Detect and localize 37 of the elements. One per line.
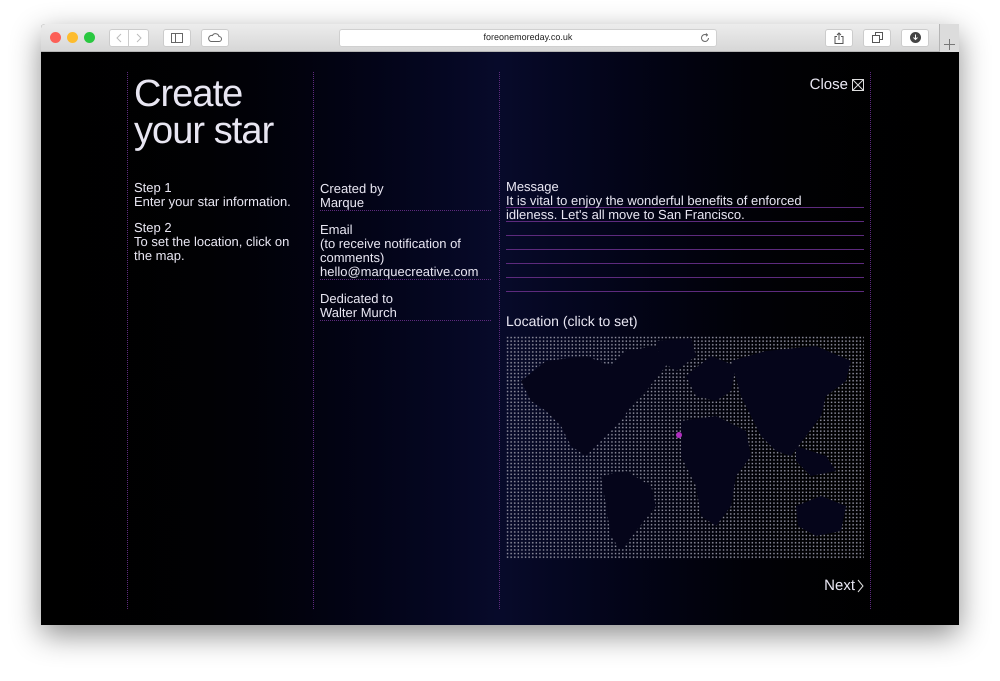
- step-label: Step 2: [134, 221, 172, 235]
- field-label: Created by: [320, 182, 385, 196]
- download-icon: [910, 32, 920, 43]
- share-button[interactable]: [825, 28, 853, 46]
- address-bar[interactable]: foreonemoreday.co.uk: [339, 28, 717, 46]
- step-text: To set the location, click on the map.: [134, 235, 290, 263]
- chevron-left-icon: [116, 32, 122, 42]
- cloud-icon: [208, 33, 222, 42]
- sidebar-icon: [171, 32, 183, 42]
- download-button[interactable]: [901, 28, 929, 46]
- input-field[interactable]: hello@marquecreative.com: [320, 265, 491, 280]
- chevron-right-icon: [136, 32, 142, 42]
- url-text: foreonemoreday.co.uk: [484, 30, 572, 44]
- close-icon: [852, 79, 864, 91]
- message-label: Message: [506, 180, 560, 194]
- close-button[interactable]: Close: [810, 78, 864, 92]
- field-label: Dedicated to: [320, 292, 394, 306]
- input-field[interactable]: Walter Murch: [320, 306, 491, 321]
- cloud-button[interactable]: [201, 28, 229, 46]
- field-hint: (to receive notification of comments): [320, 237, 462, 265]
- next-button[interactable]: Next: [824, 579, 864, 593]
- share-icon: [834, 32, 844, 44]
- world-map-drawing[interactable]: [506, 336, 864, 559]
- field-label: Email: [320, 223, 354, 237]
- sidebar-button[interactable]: [163, 28, 191, 46]
- tabs-button[interactable]: [863, 28, 891, 46]
- step-text: Enter your star information.: [134, 195, 292, 209]
- chevron-right-icon: [857, 579, 864, 593]
- page-title: Create your star: [134, 76, 275, 150]
- location-label: Location (click to set): [506, 314, 638, 328]
- step-label: Step 1: [134, 181, 173, 195]
- plus-icon: [944, 38, 955, 50]
- tabs-icon: [872, 32, 882, 43]
- new-tab-button[interactable]: [939, 24, 959, 52]
- input-field[interactable]: Marque: [320, 196, 491, 211]
- reload-icon[interactable]: [700, 32, 710, 42]
- location-pin-icon: [676, 432, 682, 438]
